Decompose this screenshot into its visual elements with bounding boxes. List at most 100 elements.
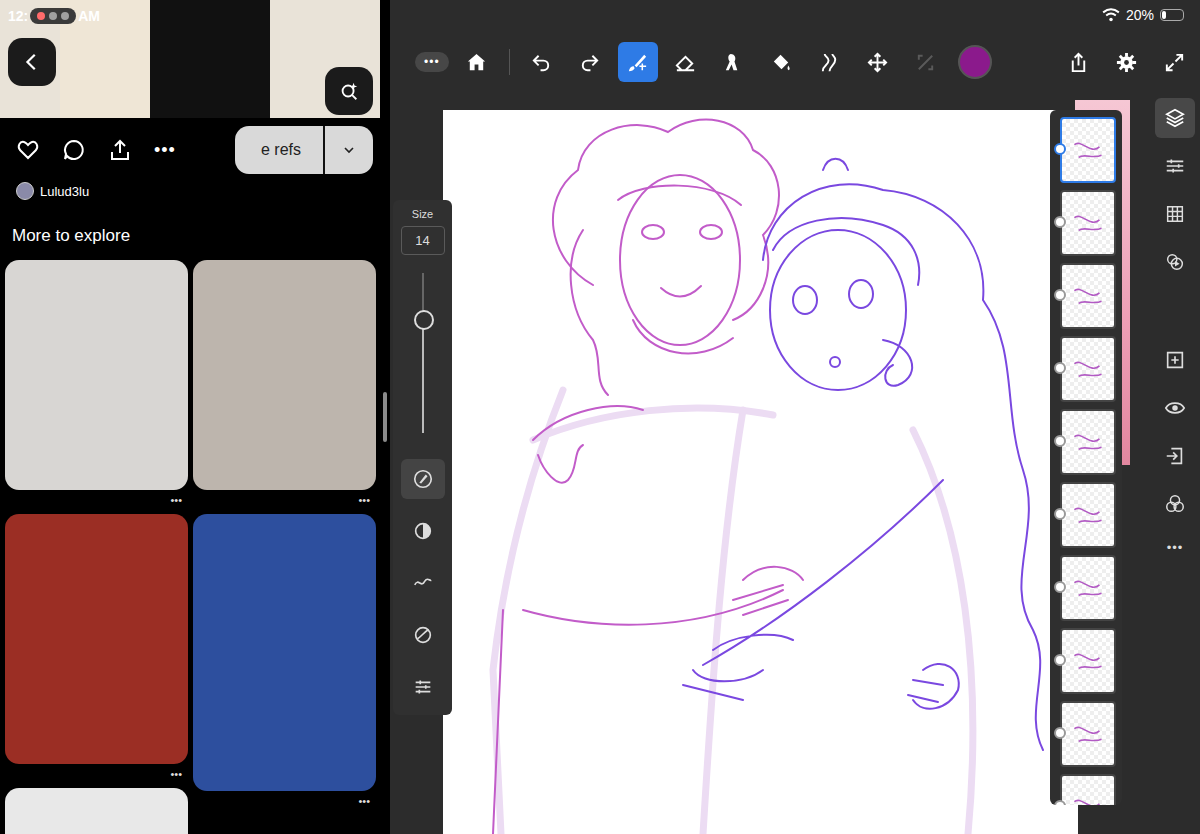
import-button[interactable]	[1155, 436, 1195, 476]
multitask-handle[interactable]	[30, 8, 76, 24]
board-dropdown[interactable]	[323, 126, 373, 174]
comment-icon[interactable]	[62, 138, 86, 162]
layer-thumbnail[interactable]	[1060, 190, 1116, 256]
layer-handle[interactable]	[1054, 727, 1066, 739]
layer-thumbnail[interactable]	[1060, 701, 1116, 767]
eraser-icon	[674, 51, 697, 74]
chevron-down-icon	[341, 142, 357, 158]
brush-settings-button[interactable]	[401, 459, 445, 499]
home-button[interactable]	[457, 42, 497, 82]
pin-card[interactable]	[5, 260, 188, 490]
share-icon[interactable]	[108, 138, 132, 162]
smudge-icon	[722, 51, 745, 74]
stabilizer-button[interactable]	[401, 563, 445, 603]
toolbar: •••	[390, 0, 1200, 88]
workspace: Size14•••	[390, 88, 1200, 834]
save-to-board[interactable]: e refs	[235, 126, 373, 174]
home-icon	[465, 51, 488, 74]
brush-tool[interactable]	[618, 42, 658, 82]
pin-card[interactable]	[5, 788, 188, 834]
layer-preview	[1062, 338, 1114, 400]
layer-handle[interactable]	[1054, 581, 1066, 593]
eye-button[interactable]	[1155, 388, 1195, 428]
split-divider[interactable]	[380, 0, 390, 834]
liquify-tool[interactable]	[810, 42, 850, 82]
author-name[interactable]: Lulud3lu	[40, 184, 89, 199]
fullscreen-button[interactable]	[1154, 42, 1194, 82]
pin-card[interactable]	[193, 514, 376, 791]
pin-more-button[interactable]: •••	[193, 490, 376, 514]
status-time-suffix: AM	[78, 6, 100, 26]
undo-tool[interactable]	[522, 42, 562, 82]
pressure-icon	[412, 624, 434, 646]
import-icon	[1164, 445, 1186, 467]
pin-more-button[interactable]: •••	[5, 764, 188, 788]
layer-thumbnail[interactable]	[1060, 263, 1116, 329]
color-swatch[interactable]	[958, 45, 992, 79]
size-field[interactable]: 14	[401, 226, 445, 255]
layer-handle[interactable]	[1054, 508, 1066, 520]
drawing-app: •••Size14•••	[390, 0, 1200, 834]
more-button[interactable]: •••	[154, 140, 176, 161]
pin-more-button[interactable]: •••	[5, 490, 188, 514]
eraser-tool[interactable]	[666, 42, 706, 82]
board-name[interactable]: e refs	[235, 126, 323, 174]
sliders-icon	[412, 676, 434, 698]
status-time: 12:	[8, 6, 28, 26]
pin-more-button[interactable]: •••	[193, 791, 376, 815]
brush-settings-icon	[412, 468, 434, 490]
transform-tool[interactable]	[858, 42, 898, 82]
select-icon	[914, 51, 937, 74]
layer-handle[interactable]	[1054, 654, 1066, 666]
visual-search-button[interactable]	[325, 67, 373, 115]
layer-thumbnail[interactable]	[1060, 555, 1116, 621]
pin-grid: ••••••••••••	[0, 260, 380, 834]
layer-handle[interactable]	[1054, 289, 1066, 301]
layer-handle[interactable]	[1054, 362, 1066, 374]
pin-card[interactable]	[5, 514, 188, 764]
add-button[interactable]	[1155, 340, 1195, 380]
settings-button[interactable]	[1106, 42, 1146, 82]
share-icon	[1067, 51, 1090, 74]
fill-tool[interactable]	[762, 42, 802, 82]
chevron-left-icon	[21, 51, 43, 73]
sidebar-more-button[interactable]: •••	[1167, 532, 1184, 555]
layer-preview	[1062, 484, 1114, 546]
layer-handle[interactable]	[1054, 216, 1066, 228]
layer-thumbnail[interactable]	[1060, 628, 1116, 694]
heart-icon[interactable]	[16, 138, 40, 162]
smudge-tool[interactable]	[714, 42, 754, 82]
app-menu-button[interactable]: •••	[415, 52, 449, 72]
redo-tool[interactable]	[570, 42, 610, 82]
adjust-button[interactable]	[1155, 146, 1195, 186]
layer-handle[interactable]	[1054, 435, 1066, 447]
motion-button[interactable]	[1155, 242, 1195, 282]
contrast-button[interactable]	[401, 511, 445, 551]
pin-card[interactable]	[193, 260, 376, 490]
layer-thumbnail[interactable]	[1060, 117, 1116, 183]
blend-button[interactable]	[1155, 484, 1195, 524]
sketch-drawing	[443, 110, 1078, 834]
layer-handle[interactable]	[1054, 800, 1066, 805]
export-button[interactable]	[1058, 42, 1098, 82]
pin-author[interactable]: Lulud3lu	[0, 180, 380, 202]
pinterest-panel: •••e refsLulud3luMore to explore••••••••…	[0, 0, 380, 834]
layer-thumbnail[interactable]	[1060, 336, 1116, 402]
canvas[interactable]	[443, 110, 1078, 834]
layer-handle[interactable]	[1054, 143, 1066, 155]
layers-button[interactable]	[1155, 98, 1195, 138]
layer-preview	[1062, 265, 1114, 327]
layer-thumbnail[interactable]	[1060, 482, 1116, 548]
redo-icon	[578, 51, 601, 74]
layer-thumbnail[interactable]	[1060, 409, 1116, 475]
grid-button[interactable]	[1155, 194, 1195, 234]
expand-icon	[1163, 51, 1186, 74]
select-tool[interactable]	[906, 42, 946, 82]
pin-actions: ••• e refs	[0, 118, 380, 180]
back-button[interactable]	[8, 38, 56, 86]
size-slider[interactable]	[413, 273, 433, 433]
layer-thumbnail[interactable]	[1060, 774, 1116, 805]
transform-icon	[866, 51, 889, 74]
pressure-button[interactable]	[401, 615, 445, 655]
sliders-button[interactable]	[401, 667, 445, 707]
